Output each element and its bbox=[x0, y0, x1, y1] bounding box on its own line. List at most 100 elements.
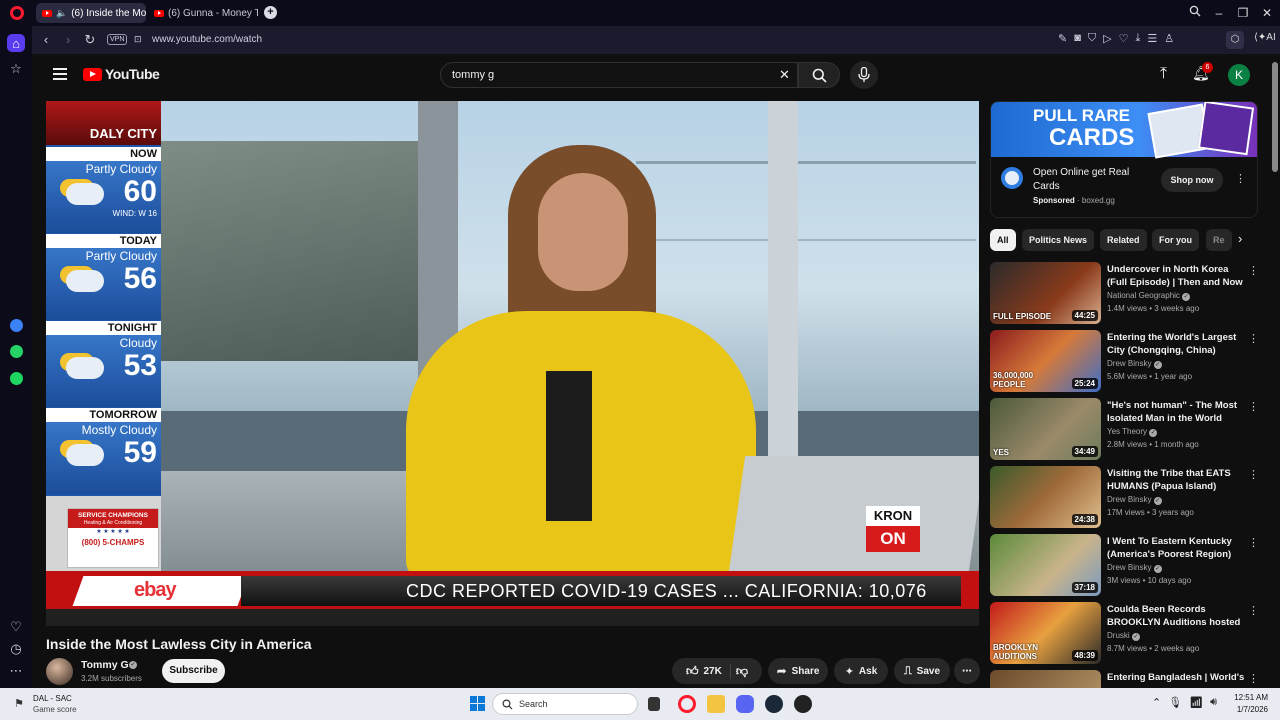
chevron-right-icon[interactable]: › bbox=[1238, 231, 1242, 246]
system-tray-icons[interactable]: ⌃ 🎙︎ 📶︎ 🔊︎ bbox=[1152, 696, 1217, 709]
opera-logo-icon[interactable] bbox=[10, 6, 24, 20]
game-score-widget-icon[interactable]: ⚑ bbox=[14, 697, 24, 710]
spotify-icon[interactable] bbox=[7, 369, 25, 387]
share-button[interactable]: ➦ Share bbox=[768, 658, 828, 684]
upload-icon[interactable]: ⤒ bbox=[1160, 65, 1167, 83]
shield-icon[interactable]: ⛉ bbox=[1088, 32, 1096, 45]
recommendation-channel[interactable]: Drew Binsky ✓ bbox=[1107, 359, 1162, 369]
messenger-icon[interactable] bbox=[7, 316, 25, 334]
chip-related[interactable]: Related bbox=[1100, 229, 1147, 251]
recommendation-title[interactable]: I Went To Eastern Kentucky (America's Po… bbox=[1107, 535, 1247, 561]
speaker-icon[interactable]: 🔈 bbox=[56, 8, 67, 19]
chip-politics-news[interactable]: Politics News bbox=[1022, 229, 1095, 251]
recommendation-title[interactable]: Entering Bangladesh | World's bbox=[1107, 671, 1247, 684]
hamburger-menu-icon[interactable] bbox=[53, 68, 67, 80]
sponsored-ad-card[interactable]: PULL RARE CARDS Open Online get Real Car… bbox=[990, 101, 1258, 218]
reload-icon[interactable]: ↻ bbox=[81, 31, 99, 49]
url-field[interactable]: www.youtube.com/watch bbox=[152, 34, 262, 45]
search-button[interactable] bbox=[798, 62, 840, 88]
recommendation-title[interactable]: "He's not human" - The Most Isolated Man… bbox=[1107, 399, 1247, 425]
more-vertical-icon[interactable]: ⋮ bbox=[1248, 604, 1259, 617]
clock-date[interactable]: 1/7/2026 bbox=[1232, 705, 1268, 714]
recommendation-item[interactable]: 37:18 I Went To Eastern Kentucky (America… bbox=[990, 534, 1260, 598]
search-input[interactable]: tommy g bbox=[452, 69, 494, 81]
chip-for-you[interactable]: For you bbox=[1152, 229, 1199, 251]
aria-ai-button[interactable]: ⟨✦AI bbox=[1254, 32, 1276, 43]
channel-name[interactable]: Tommy G bbox=[81, 659, 129, 671]
heart-bookmark-icon[interactable]: ♡ bbox=[1119, 32, 1129, 45]
video-progress-area[interactable] bbox=[46, 609, 979, 626]
recommendation-thumbnail[interactable]: BROOKLYN AUDITIONS 48:39 bbox=[990, 602, 1101, 664]
recommendation-channel[interactable]: National Geographic ✓ bbox=[1107, 291, 1191, 301]
clock-time[interactable]: 12:51 AM bbox=[1232, 693, 1268, 702]
more-vertical-icon[interactable]: ⋮ bbox=[1248, 264, 1259, 277]
extensions-cube-icon[interactable]: ⬡ bbox=[1226, 31, 1244, 49]
recommendation-channel[interactable]: Druski ✓ bbox=[1107, 631, 1140, 641]
more-vertical-icon[interactable]: ⋮ bbox=[1248, 536, 1259, 549]
ad-banner[interactable]: PULL RARE CARDS bbox=[991, 102, 1257, 159]
subscribe-button[interactable]: Subscribe bbox=[162, 659, 225, 683]
heart-icon[interactable]: ♡ bbox=[7, 618, 25, 636]
new-tab-plus-icon[interactable]: + bbox=[264, 6, 277, 19]
save-button[interactable]: ⎍ Save bbox=[894, 658, 950, 684]
ask-button[interactable]: ✦ Ask bbox=[834, 658, 888, 684]
steam-icon[interactable] bbox=[765, 695, 783, 713]
recommendation-thumbnail[interactable]: 36,000,000 PEOPLE 25:24 bbox=[990, 330, 1101, 392]
vpn-badge[interactable]: VPN bbox=[107, 34, 128, 45]
like-button[interactable]: 👍︎ 27K bbox=[686, 663, 731, 679]
clear-search-icon[interactable]: ✕ bbox=[779, 67, 790, 83]
dislike-button[interactable]: 👎︎ bbox=[736, 664, 748, 679]
site-info-icon[interactable]: ⊡ bbox=[134, 34, 142, 45]
recommendation-item[interactable]: BROOKLYN AUDITIONS 48:39 Coulda Been Recor… bbox=[990, 602, 1260, 666]
youtube-logo[interactable]: YouTube bbox=[83, 66, 160, 82]
profile-icon[interactable]: ♙ bbox=[1164, 32, 1174, 45]
chip-more[interactable]: Re bbox=[1206, 229, 1232, 251]
recommendation-item[interactable]: YES 34:49 "He's not human" - The Most Isol… bbox=[990, 398, 1260, 462]
recommendation-item[interactable]: 24:38 Visiting the Tribe that EATS HUMANS… bbox=[990, 466, 1260, 530]
recommendation-channel[interactable]: Yes Theory ✓ bbox=[1107, 427, 1158, 437]
more-vertical-icon[interactable]: ⋮ bbox=[1248, 332, 1259, 345]
task-view-icon[interactable] bbox=[648, 697, 660, 711]
recommendation-channel[interactable]: Drew Binsky ✓ bbox=[1107, 563, 1162, 573]
chip-all[interactable]: All bbox=[990, 229, 1016, 251]
tab-search-icon[interactable] bbox=[1186, 4, 1204, 22]
back-arrow-icon[interactable]: ‹ bbox=[37, 31, 55, 49]
tray-mic-icon[interactable]: 🎙︎ bbox=[1168, 696, 1182, 709]
search-box[interactable]: tommy g ✕ bbox=[440, 62, 798, 88]
ad-cta-button[interactable]: Shop now bbox=[1161, 168, 1223, 192]
recommendation-title[interactable]: Visiting the Tribe that EATS HUMANS (Pap… bbox=[1107, 467, 1247, 493]
more-dots-icon[interactable]: ⋯ bbox=[7, 662, 25, 680]
more-vertical-icon[interactable]: ⋮ bbox=[1248, 400, 1259, 413]
recommendation-item[interactable]: FULL EPISODE 44:25 Undercover in North Kor… bbox=[990, 262, 1260, 326]
home-icon[interactable]: ⌂ bbox=[7, 34, 25, 52]
recommendation-thumbnail[interactable]: YES 34:49 bbox=[990, 398, 1101, 460]
recommendation-item[interactable]: 36,000,000 PEOPLE 25:24 Entering the World… bbox=[990, 330, 1260, 394]
tab-gunna-money-talk[interactable]: (6) Gunna - Money Talk [M bbox=[148, 3, 258, 23]
forward-arrow-icon[interactable]: › bbox=[59, 31, 77, 49]
volume-icon[interactable]: 🔊︎ bbox=[1210, 696, 1217, 709]
opera-taskbar-icon[interactable] bbox=[678, 695, 696, 713]
more-vertical-icon[interactable]: ⋮ bbox=[1248, 672, 1259, 685]
app-icon[interactable] bbox=[794, 695, 812, 713]
maximize-icon[interactable]: ❐ bbox=[1234, 4, 1252, 22]
more-vertical-icon[interactable]: ⋮ bbox=[1248, 468, 1259, 481]
recommendation-channel[interactable]: Drew Binsky ✓ bbox=[1107, 495, 1162, 505]
recommendation-thumbnail[interactable]: FULL EPISODE 44:25 bbox=[990, 262, 1101, 324]
minimize-icon[interactable]: – bbox=[1210, 4, 1228, 22]
recommendation-item[interactable]: Entering Bangladesh | World's ⋮ bbox=[990, 670, 1260, 688]
recommendation-thumbnail[interactable] bbox=[990, 670, 1101, 688]
widget-title[interactable]: DAL - SAC bbox=[33, 694, 72, 703]
channel-avatar[interactable] bbox=[46, 658, 73, 685]
file-explorer-icon[interactable] bbox=[707, 695, 725, 713]
recommendation-title[interactable]: Coulda Been Records BROOKLYN Auditions h… bbox=[1107, 603, 1247, 629]
edit-icon[interactable]: ✎ bbox=[1058, 32, 1067, 45]
camera-icon[interactable]: ◙ bbox=[1074, 32, 1081, 45]
discord-icon[interactable] bbox=[736, 695, 754, 713]
whatsapp-icon[interactable] bbox=[7, 342, 25, 360]
recommendation-title[interactable]: Entering the World's Largest City (Chong… bbox=[1107, 331, 1247, 357]
history-clock-icon[interactable]: ◷ bbox=[7, 640, 25, 658]
recommendation-thumbnail[interactable]: 24:38 bbox=[990, 466, 1101, 528]
play-icon[interactable]: ▷ bbox=[1103, 32, 1111, 45]
ad-more-icon[interactable]: ⋮ bbox=[1235, 172, 1246, 185]
wifi-icon[interactable]: 📶︎ bbox=[1189, 696, 1203, 709]
